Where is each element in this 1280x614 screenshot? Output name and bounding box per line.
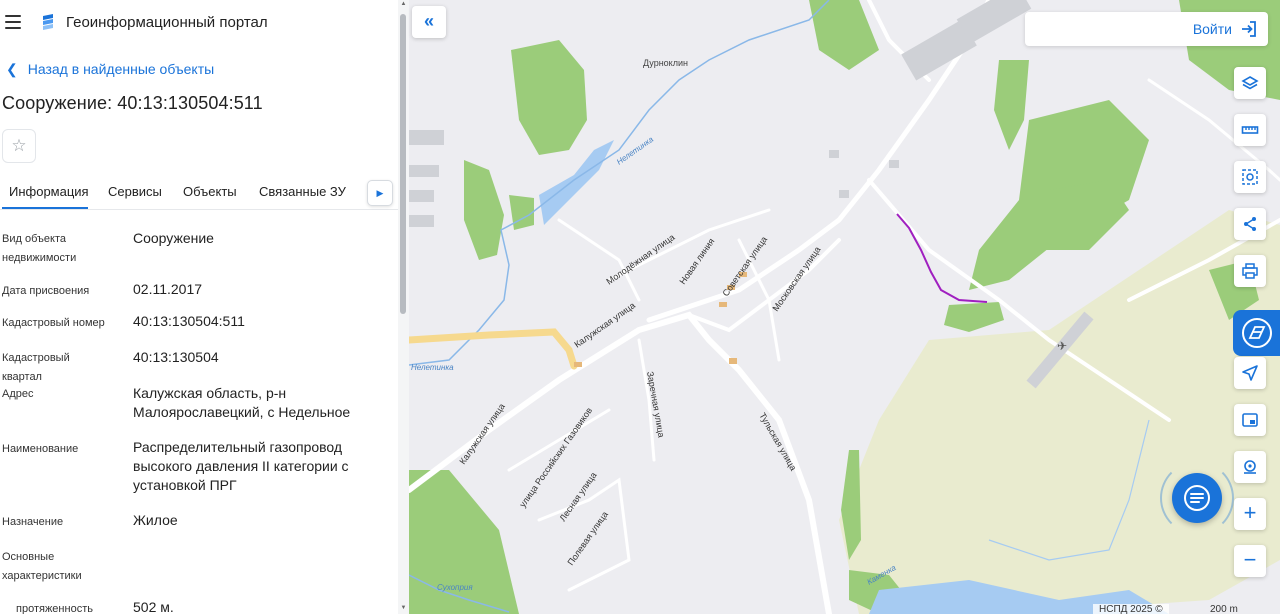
active-tool-icon <box>1242 318 1272 348</box>
panel-scrollbar-thumb[interactable] <box>400 14 406 314</box>
select-area-icon <box>1242 169 1258 185</box>
chat-icon <box>1184 485 1210 511</box>
detail-label: Кадастровый номер <box>2 317 105 329</box>
layers-icon <box>1241 76 1259 90</box>
detail-label: Основные характеристики <box>2 551 82 582</box>
map-street-label: Полевая улица <box>565 510 610 568</box>
tab-objects[interactable]: Объекты <box>183 184 237 199</box>
login-button[interactable]: Войти <box>1025 12 1268 46</box>
detail-value: 02.11.2017 <box>133 281 203 297</box>
login-label: Войти <box>1192 21 1232 37</box>
chat-button[interactable] <box>1172 473 1222 523</box>
favorite-button[interactable]: ☆ <box>2 129 36 163</box>
active-tab-indicator <box>2 207 88 209</box>
tab-bar: Информация Сервисы Объекты Связанные ЗУ … <box>0 176 398 210</box>
forest-area <box>509 195 534 230</box>
detail-value: Сооружение <box>133 230 214 246</box>
zoom-out-button[interactable]: − <box>1234 545 1266 577</box>
svg-text:✈: ✈ <box>1057 339 1067 353</box>
share-button[interactable] <box>1234 208 1266 240</box>
minimap-icon <box>1242 413 1258 427</box>
detail-label: Адрес <box>2 388 34 400</box>
tab-information[interactable]: Информация <box>9 184 89 199</box>
collapse-panel-button[interactable]: « <box>412 6 446 38</box>
forest-area <box>511 40 587 155</box>
menu-icon[interactable] <box>5 15 21 29</box>
back-label: Назад в найденные объекты <box>27 61 215 77</box>
buildings <box>409 0 1094 389</box>
map-street-label: Молодёжная улица <box>604 232 676 287</box>
map-attribution: НСПД 2025 © <box>1093 604 1169 614</box>
forest-area <box>409 470 519 614</box>
detail-value: 40:13:130504:511 <box>133 313 245 329</box>
info-panel: Геоинформационный портал ❮ Назад в найден… <box>0 0 409 614</box>
forest-area <box>464 160 504 260</box>
detail-value: Распределительный газопровод высокого да… <box>133 439 349 493</box>
page-title: Сооружение: 40:13:130504:511 <box>2 93 263 113</box>
forest-area <box>994 60 1029 150</box>
tab-related-parcels[interactable]: Связанные ЗУ <box>259 184 346 199</box>
map-street-label: Калужская улица <box>457 402 506 467</box>
forest-area <box>1039 180 1129 250</box>
measure-button[interactable] <box>1234 114 1266 146</box>
geo-search-icon <box>1244 460 1256 474</box>
app-header: Геоинформационный портал <box>0 0 398 46</box>
map-scale: 200 m <box>1210 604 1238 614</box>
detail-label: Дата присвоения <box>2 285 90 297</box>
scroll-up-icon[interactable]: ▲ <box>399 1 408 7</box>
double-chevron-left-icon: « <box>423 11 434 31</box>
chevron-left-icon: ❮ <box>6 61 18 77</box>
tabs-scroll-right-button[interactable]: ▶ <box>367 180 393 206</box>
detail-label: протяженность <box>16 603 93 614</box>
app-title: Геоинформационный портал <box>66 14 268 31</box>
logo-icon <box>43 14 53 30</box>
zoom-in-button[interactable]: + <box>1234 498 1266 530</box>
detail-label: Наименование <box>2 443 79 455</box>
map-water-label: Нелетинка <box>411 363 454 372</box>
ruler-icon <box>1241 126 1259 134</box>
map-water-label: Сухоприя <box>437 583 473 592</box>
zoom-in-icon: + <box>1243 500 1257 525</box>
detail-label: Кадастровый квартал <box>2 352 70 383</box>
star-icon: ☆ <box>11 136 27 155</box>
detail-label: Вид объекта недвижимости <box>2 233 77 264</box>
select-area-button[interactable] <box>1234 161 1266 193</box>
minimap-button[interactable] <box>1234 404 1266 436</box>
detail-value: Калужская область, р-н Малоярославецкий,… <box>133 385 351 420</box>
location-button[interactable] <box>1234 357 1266 389</box>
forest-area <box>944 302 1004 332</box>
map-graphics: ✈ Дурноклин Нелетинка Нелетинка Сухоприя… <box>409 0 1280 614</box>
login-icon <box>1242 21 1256 37</box>
map-water-label: Нелетинка <box>615 135 655 167</box>
map-canvas[interactable]: ✈ Дурноклин Нелетинка Нелетинка Сухоприя… <box>409 0 1280 614</box>
caret-right-icon: ▶ <box>376 188 384 198</box>
print-button[interactable] <box>1234 255 1266 287</box>
scroll-down-icon[interactable]: ▼ <box>399 605 408 611</box>
zoom-out-icon: − <box>1243 547 1257 572</box>
geo-search-button[interactable] <box>1234 451 1266 483</box>
detail-value: Жилое <box>133 512 178 528</box>
detail-value: 40:13:130504 <box>133 349 219 365</box>
layers-button[interactable] <box>1234 67 1266 99</box>
tab-services[interactable]: Сервисы <box>108 184 162 199</box>
location-arrow-icon <box>1242 365 1258 381</box>
back-link[interactable]: ❮ Назад в найденные объекты <box>6 61 214 78</box>
detail-value: 502 м. <box>133 599 174 614</box>
active-tool-button[interactable] <box>1233 310 1280 356</box>
detail-label: Назначение <box>2 516 64 528</box>
highway-line <box>409 328 578 370</box>
map-street-label: Московская улица <box>770 245 822 313</box>
share-icon <box>1244 217 1256 231</box>
map-place-label: Дурноклин <box>643 58 688 68</box>
map-street-label: Калужская улица <box>572 300 637 349</box>
print-icon <box>1242 263 1258 279</box>
